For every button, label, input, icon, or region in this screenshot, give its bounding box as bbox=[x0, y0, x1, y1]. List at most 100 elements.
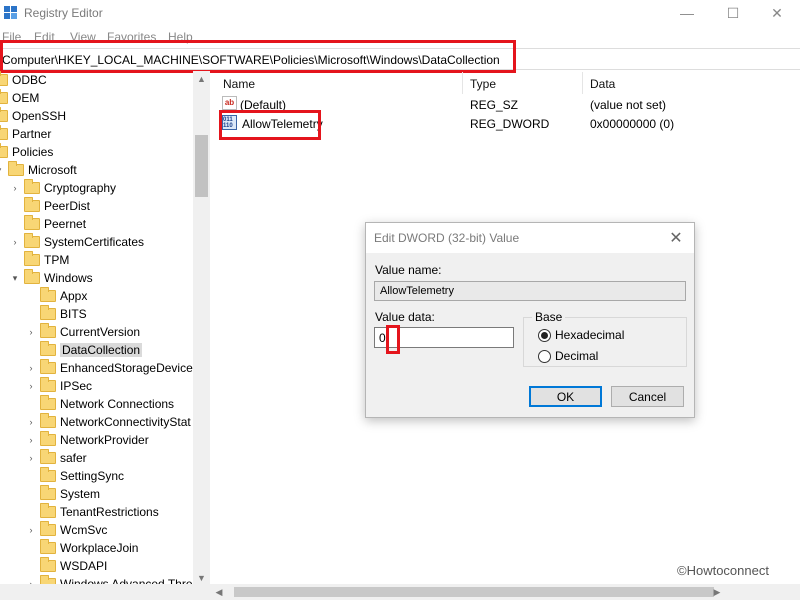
chevron-right-icon[interactable]: › bbox=[26, 327, 36, 337]
tree-item-policies[interactable]: Policies bbox=[0, 143, 53, 161]
folder-icon bbox=[0, 125, 8, 140]
chevron-down-icon[interactable]: ▾ bbox=[0, 165, 4, 175]
tree-item-datacollection[interactable]: DataCollection bbox=[40, 341, 143, 359]
maximize-button[interactable]: ☐ bbox=[710, 0, 756, 26]
tree-item-appx[interactable]: Appx bbox=[40, 287, 87, 305]
decimal-radio[interactable]: Decimal bbox=[538, 349, 598, 363]
edit-dword-dialog: Edit DWORD (32-bit) Value ✕ Value name: … bbox=[365, 222, 695, 418]
folder-icon bbox=[0, 107, 8, 122]
dialog-close-icon[interactable]: ✕ bbox=[666, 228, 686, 248]
chevron-right-icon[interactable]: › bbox=[10, 237, 20, 247]
folder-icon bbox=[40, 413, 56, 428]
tree-item-network-connections[interactable]: Network Connections bbox=[40, 395, 174, 413]
tree-item-openssh[interactable]: OpenSSH bbox=[0, 107, 66, 125]
title-bar: Registry Editor — ☐ ✕ bbox=[0, 0, 800, 26]
scroll-right-icon[interactable]: ▶ bbox=[708, 584, 726, 600]
tree-scroll-thumb[interactable] bbox=[195, 135, 208, 197]
tree-item-wsdapi[interactable]: WSDAPI bbox=[40, 557, 107, 575]
ok-button[interactable]: OK bbox=[529, 386, 602, 407]
values-list-header: Name Type Data bbox=[216, 72, 800, 94]
registry-tree[interactable]: ODBC OEM OpenSSH Partner Policies ▾Micro… bbox=[0, 71, 210, 586]
tree-item-wcmsvc[interactable]: › WcmSvc bbox=[26, 521, 107, 539]
folder-icon bbox=[40, 521, 56, 536]
value-data-highlight-box bbox=[386, 325, 400, 354]
tree-item-oem[interactable]: OEM bbox=[0, 89, 39, 107]
tree-item-workplacejoin[interactable]: WorkplaceJoin bbox=[40, 539, 138, 557]
value-data: (value not set) bbox=[590, 98, 667, 112]
folder-icon bbox=[24, 197, 40, 212]
folder-icon bbox=[0, 89, 8, 104]
tree-item-ipsec[interactable]: › IPSec bbox=[26, 377, 92, 395]
tree-vertical-scrollbar[interactable]: ▲ ▼ bbox=[193, 71, 210, 586]
value-name-label: Value name: bbox=[375, 263, 442, 277]
radio-unselected-icon[interactable] bbox=[538, 349, 551, 363]
hexadecimal-radio[interactable]: Hexadecimal bbox=[538, 328, 624, 342]
string-value-icon: ab bbox=[222, 96, 237, 110]
tree-item-settingsync[interactable]: SettingSync bbox=[40, 467, 124, 485]
column-header-name[interactable]: Name bbox=[223, 77, 255, 91]
tree-item-safer[interactable]: › safer bbox=[26, 449, 87, 467]
decimal-label: Decimal bbox=[555, 349, 599, 363]
tree-item-tpm[interactable]: TPM bbox=[24, 251, 69, 269]
tree-item-system[interactable]: System bbox=[40, 485, 100, 503]
tree-item-enhancedstoragedevices[interactable]: › EnhancedStorageDevices bbox=[26, 359, 199, 377]
chevron-right-icon[interactable]: › bbox=[26, 435, 36, 445]
chevron-right-icon[interactable]: › bbox=[26, 453, 36, 463]
values-scroll-thumb[interactable] bbox=[234, 587, 714, 597]
tree-item-currentversion[interactable]: › CurrentVersion bbox=[26, 323, 140, 341]
value-data-label: Value data: bbox=[375, 310, 435, 324]
folder-icon bbox=[24, 251, 40, 266]
minimize-button[interactable]: — bbox=[664, 0, 710, 26]
cancel-button[interactable]: Cancel bbox=[611, 386, 684, 407]
chevron-right-icon[interactable]: › bbox=[26, 525, 36, 535]
tree-item-windows[interactable]: ▾ Windows bbox=[10, 269, 93, 287]
tree-item-cryptography[interactable]: › Cryptography bbox=[10, 179, 116, 197]
window-title: Registry Editor bbox=[24, 6, 103, 20]
tree-item-odbc[interactable]: ODBC bbox=[0, 71, 47, 89]
folder-icon bbox=[40, 341, 56, 356]
tree-item-networkconnectivitystat[interactable]: › NetworkConnectivityStat bbox=[26, 413, 191, 431]
registry-editor-icon bbox=[4, 6, 17, 19]
folder-icon bbox=[40, 305, 56, 320]
folder-icon bbox=[40, 323, 56, 338]
tree-item-bits[interactable]: BITS bbox=[40, 305, 87, 323]
base-label: Base bbox=[532, 310, 566, 324]
chevron-right-icon[interactable]: › bbox=[10, 183, 20, 193]
close-button[interactable]: ✕ bbox=[754, 0, 800, 26]
radio-selected-icon[interactable] bbox=[538, 328, 551, 342]
column-separator[interactable] bbox=[582, 72, 583, 94]
chevron-right-icon[interactable]: › bbox=[26, 363, 36, 373]
folder-icon bbox=[40, 431, 56, 446]
scroll-up-icon[interactable]: ▲ bbox=[193, 71, 210, 87]
value-name-field: AllowTelemetry bbox=[374, 281, 686, 301]
tree-item-partner[interactable]: Partner bbox=[0, 125, 51, 143]
folder-icon bbox=[24, 179, 40, 194]
folder-icon bbox=[40, 395, 56, 410]
tree-item-networkprovider[interactable]: › NetworkProvider bbox=[26, 431, 149, 449]
dialog-title: Edit DWORD (32-bit) Value bbox=[374, 231, 520, 245]
folder-icon bbox=[0, 143, 8, 158]
tree-item-peernet[interactable]: Peernet bbox=[24, 215, 86, 233]
chevron-down-icon[interactable]: ▾ bbox=[10, 273, 20, 283]
base-group: Base Hexadecimal Decimal bbox=[523, 310, 687, 367]
allowtelemetry-highlight-box bbox=[219, 110, 321, 140]
scroll-left-icon[interactable]: ◀ bbox=[210, 584, 228, 600]
tree-item-tenantrestrictions[interactable]: TenantRestrictions bbox=[40, 503, 159, 521]
chevron-right-icon[interactable]: › bbox=[26, 381, 36, 391]
folder-icon bbox=[24, 233, 40, 248]
folder-icon bbox=[40, 467, 56, 482]
chevron-right-icon[interactable]: › bbox=[26, 417, 36, 427]
folder-icon bbox=[24, 215, 40, 230]
value-type: REG_DWORD bbox=[470, 117, 550, 131]
tree-horizontal-scrollbar[interactable] bbox=[0, 584, 210, 600]
tree-item-systemcertificates[interactable]: › SystemCertificates bbox=[10, 233, 144, 251]
folder-icon bbox=[8, 161, 24, 176]
folder-icon bbox=[0, 71, 8, 86]
tree-item-microsoft[interactable]: ▾Microsoft bbox=[0, 161, 77, 179]
tree-item-peerdist[interactable]: PeerDist bbox=[24, 197, 90, 215]
column-header-type[interactable]: Type bbox=[470, 77, 496, 91]
folder-icon bbox=[40, 449, 56, 464]
column-header-data[interactable]: Data bbox=[590, 77, 615, 91]
column-separator[interactable] bbox=[462, 72, 463, 94]
address-highlight-box bbox=[0, 40, 516, 73]
